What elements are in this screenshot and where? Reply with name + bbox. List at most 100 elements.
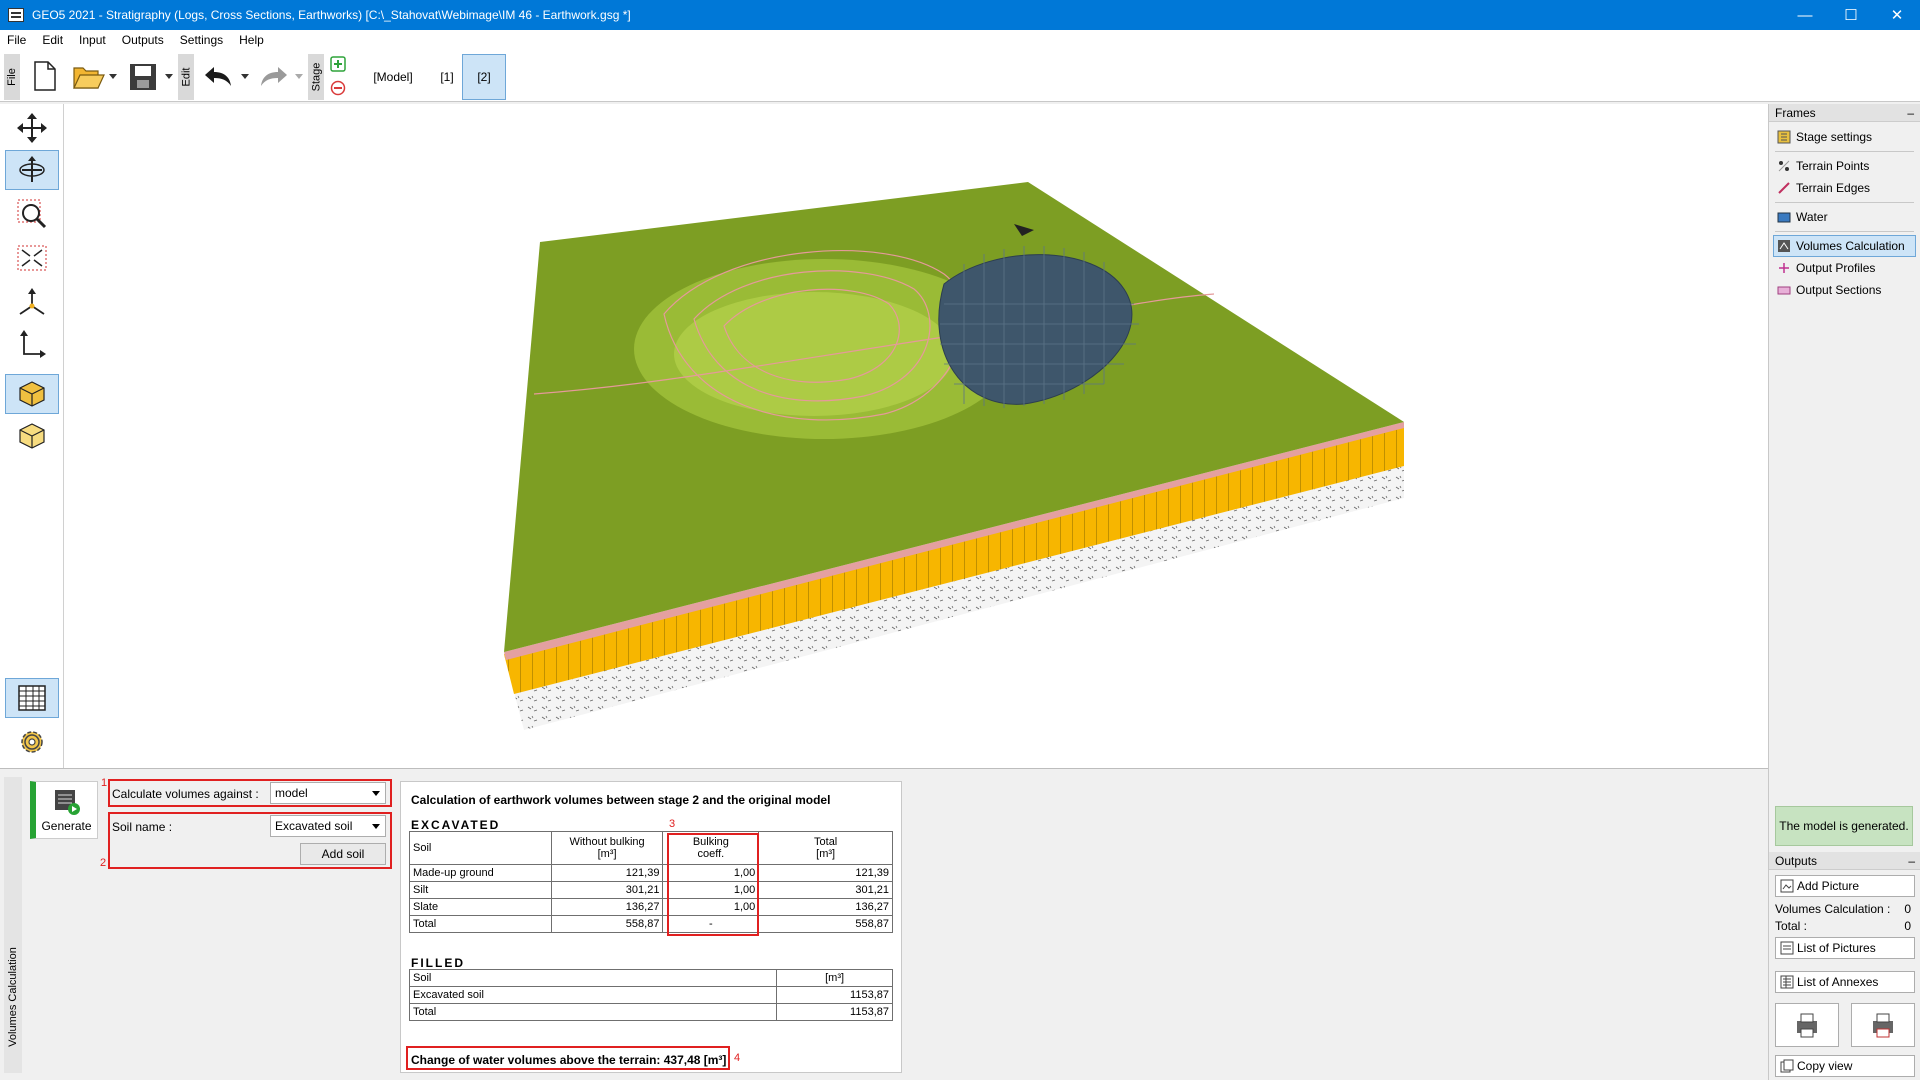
chevron-down-icon[interactable] xyxy=(240,73,250,81)
axes-3d-icon xyxy=(19,288,45,315)
stage-settings-icon xyxy=(1777,130,1791,144)
close-button[interactable]: ✕ xyxy=(1874,0,1920,30)
save-icon[interactable] xyxy=(128,62,158,92)
menu-file[interactable]: File xyxy=(0,33,34,47)
solid-view-tool[interactable] xyxy=(5,374,59,414)
header-without-bulking: Without bulking [m³] xyxy=(550,831,664,865)
new-file-icon[interactable] xyxy=(32,60,58,92)
table-total-row: Total 558,87-558,87 xyxy=(409,915,893,933)
calc-against-select[interactable]: model xyxy=(270,782,386,804)
pan-tool[interactable] xyxy=(5,108,59,148)
fit-view-tool[interactable] xyxy=(5,238,59,278)
soil-name-label: Soil name : xyxy=(112,820,173,834)
filled-header-soil: Soil xyxy=(408,969,778,987)
add-soil-button[interactable]: Add soil xyxy=(300,843,386,865)
frame-terrain-points[interactable]: Terrain Points xyxy=(1769,155,1920,177)
frame-output-profiles[interactable]: Output Profiles xyxy=(1769,257,1920,279)
frame-stage-settings[interactable]: Stage settings xyxy=(1769,126,1920,148)
terrain-model-render xyxy=(504,182,1404,730)
app-icon xyxy=(8,8,24,22)
zoom-icon xyxy=(17,199,47,229)
list-of-annexes-button[interactable]: List of Annexes xyxy=(1775,971,1915,993)
frame-volumes-calculation[interactable]: Volumes Calculation xyxy=(1773,235,1916,257)
window-title: GEO5 2021 - Stratigraphy (Logs, Cross Se… xyxy=(32,8,631,22)
rotate-icon xyxy=(19,156,45,182)
add-picture-icon xyxy=(1780,879,1794,893)
undo-icon[interactable] xyxy=(202,64,234,88)
water-change-text: Change of water volumes above the terrai… xyxy=(411,1053,727,1067)
volumes-calculation-tab[interactable]: Volumes Calculation xyxy=(4,777,22,1073)
soil-name-select[interactable]: Excavated soil xyxy=(270,815,386,837)
table-row: Silt 301,21 1,00 301,21 xyxy=(409,881,893,899)
filled-section-title: FILLED xyxy=(411,956,465,970)
marker-4: 4 xyxy=(734,1052,741,1064)
menu-outputs[interactable]: Outputs xyxy=(114,33,172,47)
chevron-down-icon[interactable] xyxy=(164,73,174,81)
results-title: Calculation of earthwork volumes between… xyxy=(411,793,831,807)
annex-icon xyxy=(1780,975,1794,989)
remove-stage-icon[interactable] xyxy=(330,80,346,96)
generate-button[interactable]: Generate xyxy=(30,781,98,839)
open-file-icon[interactable] xyxy=(72,62,106,92)
chevron-down-icon[interactable] xyxy=(294,73,304,81)
table-view-tool[interactable] xyxy=(5,678,59,718)
print-button[interactable] xyxy=(1775,1003,1839,1047)
stage-1-button[interactable]: [1] xyxy=(428,54,466,100)
marker-3: 3 xyxy=(669,818,676,830)
menu-input[interactable]: Input xyxy=(71,33,114,47)
marker-2: 2 xyxy=(100,857,107,869)
volumes-calculation-icon xyxy=(1778,240,1790,252)
generate-icon xyxy=(54,790,80,815)
move-arrows-icon xyxy=(17,113,47,143)
frame-water[interactable]: Water xyxy=(1769,206,1920,228)
toolbar: File Edit Stage [Model] [1] [2] xyxy=(0,50,1920,102)
redo-icon[interactable] xyxy=(258,64,290,88)
menu-bar: File Edit Input Outputs Settings Help xyxy=(0,30,1920,50)
printer-icon xyxy=(1797,1013,1817,1038)
water-icon xyxy=(1777,212,1791,223)
copy-view-button[interactable]: Copy view xyxy=(1775,1055,1915,1077)
table-row: Made-up ground 121,39 1,00 121,39 xyxy=(409,864,893,882)
outputs-collapse-button[interactable]: – xyxy=(1908,854,1915,868)
table-total-row: Total 1153,87 xyxy=(408,1003,893,1021)
stage-2-button[interactable]: [2] xyxy=(462,54,506,100)
minimize-button[interactable]: — xyxy=(1782,0,1828,30)
print-settings-button[interactable] xyxy=(1851,1003,1915,1047)
rotate-tool[interactable] xyxy=(5,150,59,190)
fit-view-icon xyxy=(17,245,47,271)
zoom-tool[interactable] xyxy=(5,194,59,234)
3d-viewport[interactable] xyxy=(64,104,1768,768)
list-icon xyxy=(1780,941,1794,955)
maximize-button[interactable]: ☐ xyxy=(1828,0,1874,30)
volumes-calc-count-row: Volumes Calculation :0 xyxy=(1775,902,1911,916)
chevron-down-icon[interactable] xyxy=(108,73,118,81)
terrain-edges-icon xyxy=(1778,182,1790,194)
menu-settings[interactable]: Settings xyxy=(172,33,231,47)
header-total: Total [m³] xyxy=(758,831,893,865)
list-of-pictures-button[interactable]: List of Pictures xyxy=(1775,937,1915,959)
excavated-section-title: EXCAVATED xyxy=(411,818,501,832)
right-panel: Frames – Stage settings Terrain Points T… xyxy=(1768,104,1920,1080)
settings-tool[interactable] xyxy=(5,722,59,762)
gear-icon xyxy=(21,731,43,753)
axes-2d-tool[interactable] xyxy=(5,324,59,364)
table-row: Slate 136,27 1,00 136,27 xyxy=(409,898,893,916)
printer-export-icon xyxy=(1873,1013,1893,1038)
menu-edit[interactable]: Edit xyxy=(34,33,71,47)
axes-2d-icon xyxy=(20,330,46,358)
frame-terrain-edges[interactable]: Terrain Edges xyxy=(1769,177,1920,199)
outputs-header: Outputs – xyxy=(1769,852,1920,870)
add-picture-button[interactable]: Add Picture xyxy=(1775,875,1915,897)
table-row: Excavated soil 1153,87 xyxy=(408,986,893,1004)
left-toolbar xyxy=(0,104,64,768)
frame-output-sections[interactable]: Output Sections xyxy=(1769,279,1920,301)
frames-collapse-button[interactable]: – xyxy=(1907,106,1914,120)
excavated-table: Soil Without bulking [m³] Bulking coeff. T… xyxy=(409,831,893,933)
axes-3d-tool[interactable] xyxy=(5,282,59,322)
wireframe-view-tool[interactable] xyxy=(5,416,59,456)
header-soil: Soil xyxy=(409,831,552,865)
results-panel: Calculation of earthwork volumes between… xyxy=(400,781,902,1073)
menu-help[interactable]: Help xyxy=(231,33,272,47)
stage-model-button[interactable]: [Model] xyxy=(364,54,422,100)
add-stage-icon[interactable] xyxy=(330,56,346,72)
